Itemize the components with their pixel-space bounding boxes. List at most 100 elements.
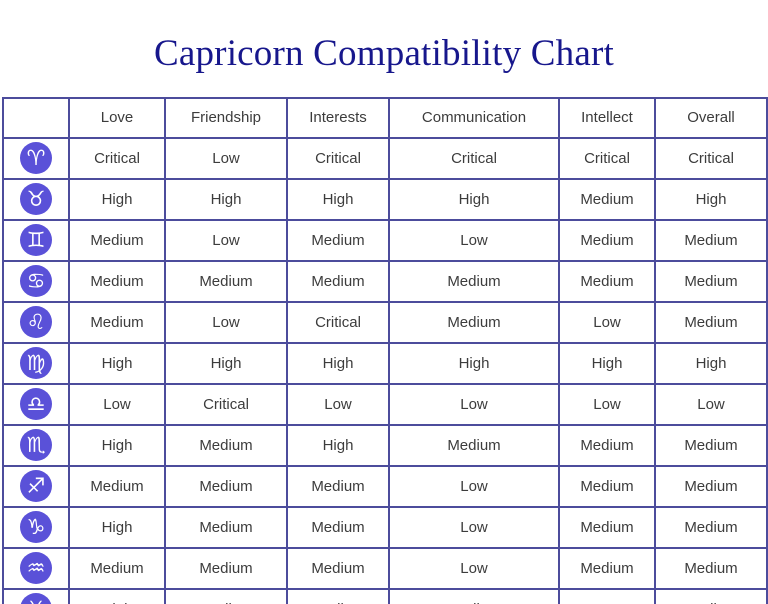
cell-value: High: [286, 177, 390, 221]
cell-value: Critical: [164, 382, 288, 426]
row-header-taurus: ♉: [2, 177, 70, 221]
cell-value: Medium: [164, 505, 288, 549]
cell-value: Medium: [68, 464, 166, 508]
cell-value: Medium: [654, 505, 768, 549]
cell-value: Medium: [558, 177, 656, 221]
cell-value: High: [388, 341, 560, 385]
cell-value: Low: [388, 505, 560, 549]
cell-value: Medium: [286, 464, 390, 508]
cell-value: Low: [164, 300, 288, 344]
table-header: Love Friendship Interests Communication …: [2, 96, 768, 139]
cell-value: High: [286, 423, 390, 467]
row-header-sagittarius: ♐: [2, 464, 70, 508]
cell-value: Medium: [164, 423, 288, 467]
cell-value: High: [68, 423, 166, 467]
table-row: ♌ Medium Low Critical Medium Low Medium: [2, 300, 768, 344]
cell-value: Medium: [654, 587, 768, 604]
row-header-cancer: ♋: [2, 259, 70, 303]
cell-value: Medium: [286, 546, 390, 590]
table-body: ♈ Critical Low Critical Critical Critical Crit…: [2, 136, 768, 604]
cell-value: Medium: [654, 464, 768, 508]
row-header-aries: ♈: [2, 136, 70, 180]
aquarius-icon: ♒: [20, 552, 52, 585]
cell-value: Medium: [388, 423, 560, 467]
table-row: ♑ High Medium Medium Low Medium Medium: [2, 505, 768, 549]
cell-value: Medium: [286, 259, 390, 303]
cell-value: High: [68, 587, 166, 604]
cell-value: Medium: [68, 546, 166, 590]
cell-value: Medium: [68, 300, 166, 344]
cell-value: Critical: [558, 136, 656, 180]
cell-value: Critical: [286, 300, 390, 344]
pisces-icon: ♓: [20, 593, 52, 604]
cancer-icon: ♋: [20, 265, 52, 298]
aries-icon: ♈: [20, 142, 52, 175]
table-row: ♍ High High High High High High: [2, 341, 768, 385]
row-header-virgo: ♍: [2, 341, 70, 385]
cell-value: High: [654, 177, 768, 221]
table-row: ♓HighMediumMediumMediumLowMedium: [2, 587, 768, 604]
column-header-love: Love: [68, 96, 166, 139]
cell-value: High: [388, 177, 560, 221]
cell-value: Medium: [388, 259, 560, 303]
cell-value: Low: [558, 300, 656, 344]
column-header-interests: Interests: [286, 96, 390, 139]
cell-value: Low: [286, 382, 390, 426]
table-row: ♈ Critical Low Critical Critical Critical Crit…: [2, 136, 768, 180]
cell-value: Medium: [654, 300, 768, 344]
cell-value: High: [654, 341, 768, 385]
cell-value: Medium: [164, 259, 288, 303]
table-row: ♏ High Medium High Medium Medium Medium: [2, 423, 768, 467]
cell-value: Medium: [558, 546, 656, 590]
compatibility-chart-page: Capricorn Compatibility Chart Love Frien…: [0, 24, 768, 604]
cell-value: Low: [388, 382, 560, 426]
cell-value: Low: [164, 136, 288, 180]
cell-value: Low: [388, 546, 560, 590]
row-header-libra: ♎: [2, 382, 70, 426]
libra-icon: ♎: [20, 388, 52, 421]
cell-value: High: [164, 177, 288, 221]
cell-value: Medium: [558, 218, 656, 262]
cell-value: Medium: [388, 587, 560, 604]
cell-value: Medium: [654, 259, 768, 303]
virgo-icon: ♍: [20, 347, 52, 380]
scorpio-icon: ♏: [20, 429, 52, 462]
cell-value: Low: [558, 382, 656, 426]
table-row: ♐ Medium Medium Medium Low Medium Medium: [2, 464, 768, 508]
cell-value: Low: [68, 382, 166, 426]
compatibility-table: Love Friendship Interests Communication …: [2, 96, 768, 604]
cell-value: Medium: [388, 300, 560, 344]
row-header-gemini: ♊: [2, 218, 70, 262]
page-title: Capricorn Compatibility Chart: [153, 32, 614, 74]
table-container: Love Friendship Interests Communication …: [0, 96, 768, 604]
column-header-friendship: Friendship: [164, 96, 288, 139]
column-header-sign: [2, 96, 70, 139]
cell-value: Low: [388, 218, 560, 262]
column-header-intellect: Intellect: [558, 96, 656, 139]
table-row: ♒ Medium Medium Medium Low Medium Medium: [2, 546, 768, 590]
cell-value: Medium: [558, 464, 656, 508]
cell-value: Medium: [164, 546, 288, 590]
header-row: Love Friendship Interests Communication …: [2, 96, 768, 139]
cell-value: Critical: [388, 136, 560, 180]
cell-value: Medium: [558, 423, 656, 467]
row-header-pisces: ♓: [2, 587, 70, 604]
cell-value: Low: [654, 382, 768, 426]
cell-value: Medium: [286, 587, 390, 604]
cell-value: Medium: [68, 218, 166, 262]
column-header-communication: Communication: [388, 96, 560, 139]
cell-value: High: [68, 505, 166, 549]
cell-value: Medium: [558, 259, 656, 303]
cell-value: Medium: [654, 218, 768, 262]
row-header-leo: ♌: [2, 300, 70, 344]
sagittarius-icon: ♐: [20, 470, 52, 503]
gemini-icon: ♊: [20, 224, 52, 257]
cell-value: Medium: [164, 587, 288, 604]
cell-value: Medium: [286, 505, 390, 549]
column-header-overall: Overall: [654, 96, 768, 139]
cell-value: Medium: [164, 464, 288, 508]
table-row: ♋ Medium Medium Medium Medium Medium Medium: [2, 259, 768, 303]
cell-value: Critical: [654, 136, 768, 180]
cell-value: High: [558, 341, 656, 385]
row-header-capricorn: ♑: [2, 505, 70, 549]
